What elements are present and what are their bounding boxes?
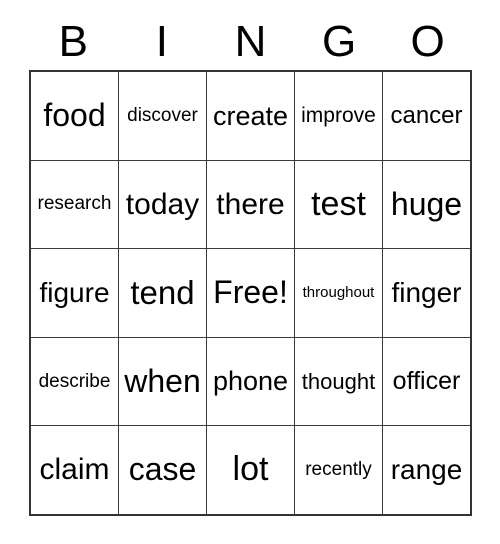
bingo-cell[interactable]: recently xyxy=(294,426,382,514)
bingo-cell-label: recently xyxy=(305,459,372,481)
bingo-cell-label: discover xyxy=(127,104,198,126)
bingo-cell-label: thought xyxy=(301,369,376,395)
bingo-cell[interactable]: improve xyxy=(294,72,382,160)
bingo-cell-label: food xyxy=(43,97,106,133)
bingo-cell[interactable]: thought xyxy=(294,337,382,426)
bingo-cell-label: lot xyxy=(232,450,269,489)
bingo-cell[interactable]: claim xyxy=(31,426,118,514)
bingo-free-space-cell[interactable]: Free! xyxy=(206,249,294,337)
bingo-cell-label: throughout xyxy=(302,284,375,302)
header-letter-g: G xyxy=(321,17,357,66)
bingo-row: figure tend Free! throughout finger xyxy=(31,248,470,337)
bingo-cell[interactable]: when xyxy=(118,337,206,426)
bingo-cell-label: finger xyxy=(391,277,462,309)
bingo-cell-label: describe xyxy=(38,370,111,392)
bingo-cell-label: there xyxy=(216,187,285,221)
bingo-cell-label: improve xyxy=(301,103,376,127)
bingo-cell-label: create xyxy=(212,100,289,131)
bingo-cell-label: today xyxy=(125,187,200,221)
bingo-cell[interactable]: research xyxy=(31,160,118,249)
bingo-cell-label: range xyxy=(390,454,463,486)
bingo-card: B I N G O food discover create improve c… xyxy=(0,0,500,544)
bingo-cell[interactable]: discover xyxy=(118,72,206,160)
bingo-cell[interactable]: officer xyxy=(382,337,470,426)
bingo-cell[interactable]: today xyxy=(118,160,206,249)
bingo-cell[interactable]: finger xyxy=(382,249,470,337)
bingo-row: describe when phone thought officer xyxy=(31,336,470,426)
bingo-cell[interactable]: create xyxy=(206,72,294,160)
bingo-cell[interactable]: case xyxy=(118,426,206,514)
header-letter-b: B xyxy=(58,17,88,66)
header-letter-o: O xyxy=(410,17,445,66)
bingo-cell[interactable]: food xyxy=(31,72,118,160)
header-letter-i: I xyxy=(155,17,168,66)
bingo-row: food discover create improve cancer xyxy=(31,72,470,160)
bingo-cell[interactable]: cancer xyxy=(382,72,470,160)
bingo-cell[interactable]: huge xyxy=(382,160,470,249)
bingo-cell-label: case xyxy=(128,451,197,488)
bingo-header: B I N G O xyxy=(29,17,472,67)
bingo-row: research today there test huge xyxy=(31,159,470,249)
bingo-cell-label: huge xyxy=(390,185,463,222)
bingo-cell[interactable]: describe xyxy=(31,337,118,426)
header-letter-n: N xyxy=(234,17,267,66)
bingo-cell[interactable]: figure xyxy=(31,249,118,337)
bingo-row: claim case lot recently range xyxy=(31,425,470,514)
bingo-cell-label: research xyxy=(37,193,112,215)
bingo-cell[interactable]: there xyxy=(206,160,294,249)
bingo-cell[interactable]: range xyxy=(382,426,470,514)
bingo-cell[interactable]: throughout xyxy=(294,249,382,337)
bingo-cell-label: when xyxy=(124,362,201,399)
bingo-free-space-label: Free! xyxy=(213,274,288,311)
bingo-cell-label: officer xyxy=(392,367,461,396)
bingo-cell-label: claim xyxy=(39,453,110,487)
bingo-cell[interactable]: phone xyxy=(206,337,294,426)
bingo-cell-label: figure xyxy=(39,277,110,309)
bingo-cell-label: tend xyxy=(130,273,195,311)
bingo-cell[interactable]: lot xyxy=(206,426,294,514)
bingo-cell[interactable]: tend xyxy=(118,249,206,337)
bingo-cell-label: cancer xyxy=(390,102,463,130)
bingo-cell[interactable]: test xyxy=(294,160,382,249)
bingo-grid: food discover create improve cancer rese… xyxy=(29,70,472,516)
bingo-cell-label: test xyxy=(311,184,366,223)
bingo-cell-label: phone xyxy=(212,366,289,397)
